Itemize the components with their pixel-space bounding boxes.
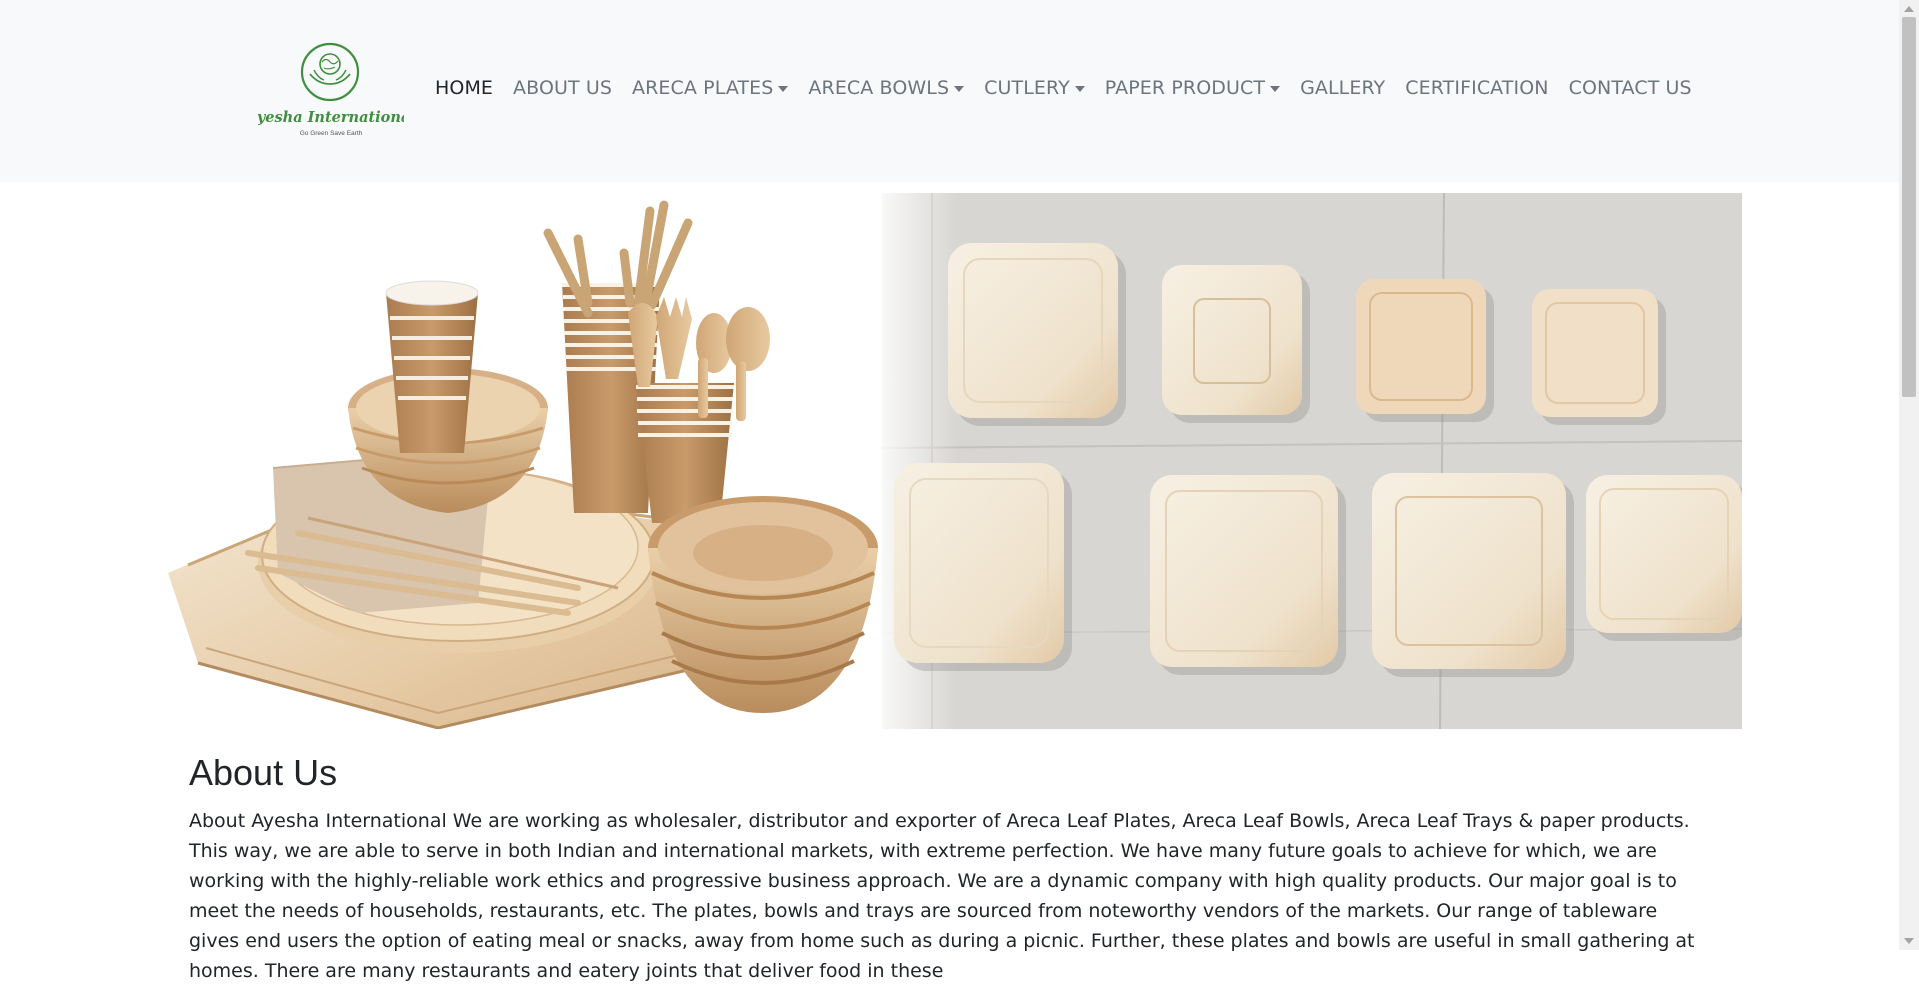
globe-hands-icon: Ayesha International Go Green Save Earth [244, 42, 416, 137]
scroll-down-arrow-icon[interactable] [1904, 938, 1914, 944]
brand-tagline: Go Green Save Earth [300, 130, 363, 137]
nav-home[interactable]: HOME [435, 77, 493, 99]
chevron-down-icon [778, 86, 789, 92]
scroll-thumb[interactable] [1902, 17, 1916, 397]
nav-certification[interactable]: CERTIFICATION [1405, 77, 1548, 99]
nav-areca-bowls[interactable]: ARECA BOWLS [808, 77, 965, 99]
nav-gallery[interactable]: GALLERY [1300, 77, 1385, 99]
nav-cutlery[interactable]: CUTLERY [984, 77, 1085, 99]
brand-logo[interactable]: Ayesha International Go Green Save Earth [244, 40, 416, 144]
scroll-up-arrow-icon[interactable] [1904, 6, 1914, 12]
chevron-down-icon [1074, 86, 1085, 92]
nav-about-us[interactable]: ABOUT US [513, 77, 612, 99]
nav-paper-product[interactable]: PAPER PRODUCT [1105, 77, 1281, 99]
brand-name: Ayesha International [258, 109, 404, 126]
hero-product-image [168, 193, 1742, 729]
chevron-down-icon [954, 86, 965, 92]
nav-contact-us[interactable]: CONTACT US [1569, 77, 1692, 99]
main-menu: HOME ABOUT US ARECA PLATES ARECA BOWLS C… [435, 77, 1692, 99]
hero-banner [158, 193, 1742, 729]
about-heading: About Us [189, 752, 338, 793]
navbar: Ayesha International Go Green Save Earth… [0, 0, 1899, 182]
chevron-down-icon [1270, 86, 1281, 92]
page-scrollbar[interactable] [1899, 0, 1919, 950]
about-paragraph: About Ayesha International We are workin… [189, 810, 1695, 982]
nav-areca-plates[interactable]: ARECA PLATES [632, 77, 789, 99]
